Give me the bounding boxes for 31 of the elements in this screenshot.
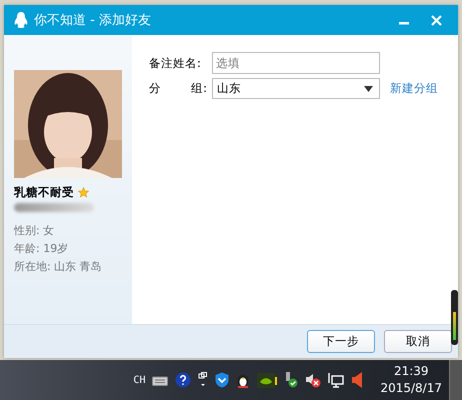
close-icon — [431, 14, 442, 26]
minimize-icon — [399, 22, 409, 25]
penguin-icon[interactable] — [236, 372, 250, 388]
dialog-button[interactable]: 下一步 — [307, 330, 375, 353]
profile-detail: 性别: 女 — [14, 223, 56, 239]
penguin-icon — [14, 12, 28, 28]
volume-meter — [451, 290, 458, 345]
language-indicator[interactable]: CH — [133, 374, 146, 386]
profile-detail: 所在地: 山东 青岛 — [14, 259, 103, 275]
help-icon[interactable] — [175, 372, 192, 388]
clock-time[interactable]: 21:39 — [394, 363, 429, 380]
clock-date[interactable]: 2015/8/17 — [380, 380, 442, 397]
muted-speaker-icon[interactable] — [305, 372, 322, 388]
network-icon[interactable] — [328, 372, 344, 388]
profile-detail: 年龄: 19岁 — [14, 241, 70, 257]
usb-check-icon[interactable] — [284, 372, 298, 388]
dropdown-arrow-icon — [364, 86, 373, 92]
new-group-link[interactable]: 新建分组 — [390, 81, 438, 96]
remark-label: 备注姓名: — [149, 56, 202, 70]
group-dropdown[interactable]: 山东 — [212, 78, 380, 99]
speaker-icon[interactable] — [351, 372, 364, 388]
dialog-button[interactable]: 取消 — [384, 330, 452, 353]
group-label: 分 — [149, 81, 161, 96]
window-title: 你不知道 - 添加好友 — [34, 12, 151, 29]
nickname: 乳糖不耐受 — [14, 185, 74, 200]
window-icon[interactable] — [198, 372, 208, 388]
keyboard-icon[interactable] — [152, 374, 168, 386]
graphics-card-icon[interactable] — [257, 372, 278, 388]
remark-input[interactable]: 选填 — [212, 52, 380, 74]
group-label: 组: — [191, 81, 207, 96]
shield-icon[interactable] — [215, 372, 230, 388]
